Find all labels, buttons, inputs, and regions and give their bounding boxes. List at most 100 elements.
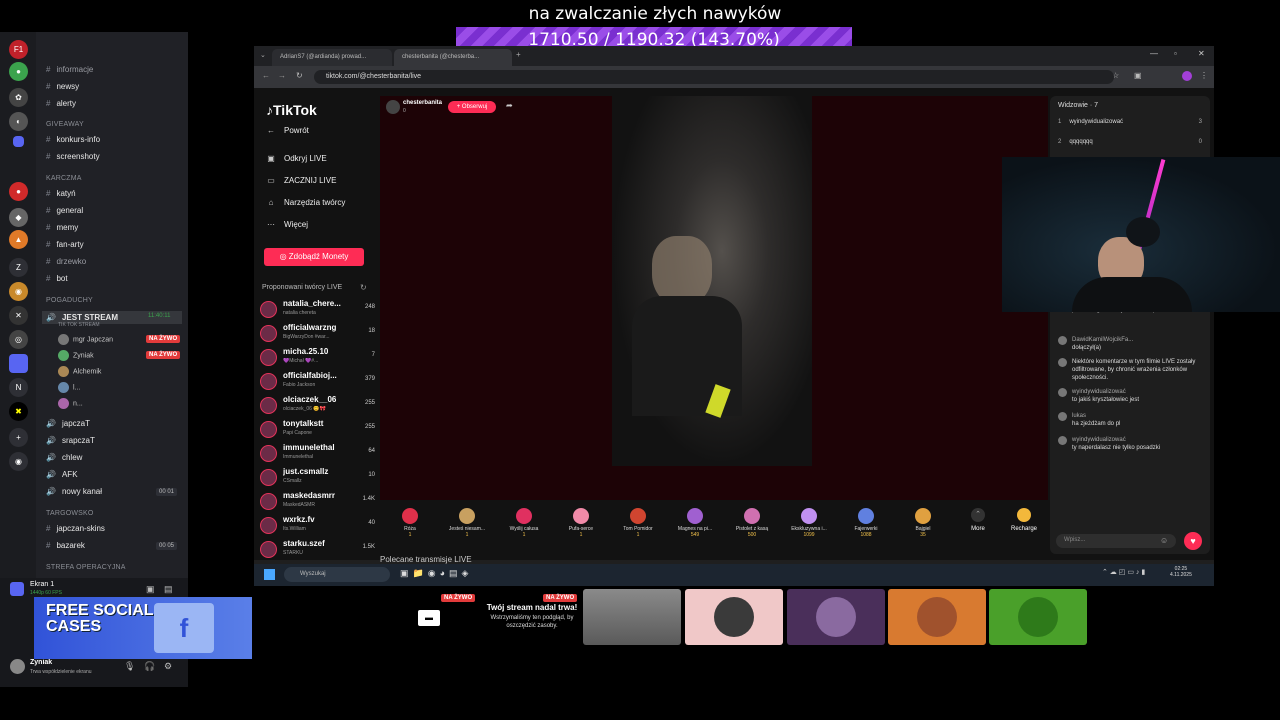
server-icon[interactable]: Z (9, 258, 28, 277)
server-icon[interactable]: ▲ (9, 230, 28, 249)
creator-row[interactable]: maskedasmrr MaskedASMR 1.4K (260, 490, 375, 512)
voice-user[interactable]: Alchemik (58, 366, 101, 377)
like-heart-icon[interactable]: ♥ (1184, 532, 1202, 550)
host-name[interactable]: chesterbanita (403, 100, 442, 106)
more-gifts-button[interactable]: ⌃ More (958, 508, 998, 532)
creator-row[interactable]: tonytalkstt Papi Capone 255 (260, 418, 375, 440)
server-icon[interactable]: ✕ (9, 306, 28, 325)
voice-channel[interactable]: 🔊 japczaT (46, 419, 90, 428)
viewer-row[interactable]: 2 qqqqqqq 0 (1058, 138, 1206, 146)
text-channel[interactable]: # general (46, 206, 83, 215)
participant-thumb[interactable] (685, 589, 783, 645)
text-channel[interactable]: # bot (46, 274, 68, 283)
gift-item[interactable]: Magnes na pi... 549 (667, 508, 723, 538)
chat-username[interactable]: wyindywidualizować (1072, 436, 1206, 444)
menu-icon[interactable]: ⋮ (1200, 71, 1208, 80)
voice-channel[interactable]: 🔊 srapczaT (46, 436, 95, 445)
gift-item[interactable]: Pufa-serce 1 (553, 508, 609, 538)
text-channel[interactable]: # informacje (46, 65, 93, 74)
server-icon[interactable]: ✖ (9, 402, 28, 421)
gift-item[interactable]: Jesteś niesam... 1 (439, 508, 495, 538)
extensions-icon[interactable]: ▣ (1134, 71, 1142, 80)
text-channel[interactable]: # katyń (46, 189, 76, 198)
server-icon[interactable]: F1 (9, 40, 28, 59)
voice-channel[interactable]: 🔊 nowy kanał (46, 487, 102, 496)
channel-category[interactable]: KARCZMA (46, 175, 82, 182)
server-icon[interactable]: ● (9, 62, 28, 81)
gear-icon[interactable]: ⚙ (164, 661, 172, 672)
gift-item[interactable]: Fajerwerki 1088 (838, 508, 894, 538)
maximize-icon[interactable]: ▫ (1174, 49, 1177, 58)
text-channel[interactable]: # konkurs-info (46, 135, 100, 144)
text-channel[interactable]: # fan-arty (46, 240, 84, 249)
gift-item[interactable]: Pistolet z kasą 500 (724, 508, 780, 538)
creator-row[interactable]: starku.szef STARKU 1.5K (260, 538, 375, 560)
text-channel[interactable]: # screenshoty (46, 152, 100, 161)
chat-username[interactable]: wyindywidualizować (1072, 388, 1206, 396)
nav-item[interactable]: ▣ Odkryj LIVE (266, 154, 326, 163)
creator-row[interactable]: just.csmallz CSmallz 10 (260, 466, 375, 488)
creator-row[interactable]: officialwarzng BigWarzyDon #war... 18 (260, 322, 375, 344)
gift-item[interactable]: Tom Pomidor 1 (610, 508, 666, 538)
gift-item[interactable]: Wyślij całusa 1 (496, 508, 552, 538)
channel-category[interactable]: TARGOWSKO (46, 510, 94, 517)
creator-row[interactable]: olciaczek__06 olciaczek_06 😊🎀 255 (260, 394, 375, 416)
windows-start-icon[interactable] (264, 569, 275, 580)
server-icon[interactable]: N (9, 378, 28, 397)
chat-input[interactable]: Wpisz... (1056, 534, 1176, 548)
recharge-button[interactable]: Recharge (1000, 508, 1048, 532)
server-icon[interactable]: ◉ (9, 282, 28, 301)
minimize-icon[interactable]: — (1150, 49, 1158, 58)
server-icon[interactable]: ◐ (9, 112, 28, 131)
voice-channel[interactable]: 🔊 AFK (46, 470, 78, 479)
screen-settings-icon[interactable]: ▣ (146, 584, 155, 595)
new-tab-icon[interactable]: + (516, 50, 521, 59)
add-server-icon[interactable]: + (9, 428, 28, 447)
url-field[interactable]: tiktok.com/@chesterbanita/live (314, 70, 1114, 84)
host-avatar[interactable] (386, 100, 400, 114)
share-icon[interactable]: ➦ (506, 101, 513, 110)
avatar[interactable] (10, 659, 25, 674)
headphones-icon[interactable]: 🎧 (144, 661, 155, 672)
creator-row[interactable]: officialfabioj... Fabio Jackson 379 (260, 370, 375, 392)
discover-icon[interactable]: ◉ (9, 452, 28, 471)
forward-icon[interactable]: → (278, 71, 286, 80)
social-cases-ad[interactable]: FREE SOCIAL CASES f (34, 597, 252, 659)
participant-thumb[interactable] (583, 589, 681, 645)
server-icon[interactable]: ◎ (9, 330, 28, 349)
tiktok-logo[interactable]: ♪TikTok (266, 102, 317, 118)
viewer-row[interactable]: 1 wyindywidualizować 3 (1058, 118, 1206, 126)
text-channel[interactable]: # alerty (46, 99, 76, 108)
reload-icon[interactable]: ↻ (296, 71, 303, 80)
channel-category[interactable]: GIVEAWAY (46, 121, 84, 128)
channel-category[interactable]: STREFA OPERACYJNA (46, 564, 126, 571)
get-coins-button[interactable]: ◎ Zdobądź Monety (264, 248, 364, 266)
taskbar-apps[interactable]: ▣📁◉◕▤◈ (400, 568, 472, 579)
tab-2[interactable]: chesterbanita (@chesterba... (394, 49, 512, 66)
server-icon[interactable]: ● (9, 182, 28, 201)
voice-channel[interactable]: 🔊 chlew (46, 453, 82, 462)
chat-username[interactable]: DawidKamilWojcikFa... (1072, 336, 1206, 344)
refresh-icon[interactable]: ↻ (360, 283, 367, 292)
nav-item[interactable]: ▭ ZACZNIJ LIVE (266, 176, 336, 185)
live-video[interactable] (612, 96, 812, 466)
mic-icon[interactable]: 🎙 (124, 661, 135, 672)
text-channel[interactable]: # memy (46, 223, 78, 232)
channel-category[interactable]: POGADUCHY (46, 297, 93, 304)
creator-row[interactable]: wxrkz.fv Its.William 40 (260, 514, 375, 536)
folder-icon[interactable] (13, 136, 24, 147)
voice-user[interactable]: mgr Japczan (58, 334, 113, 345)
nav-item[interactable]: ← Powrót (266, 126, 309, 135)
creator-row[interactable]: immunelethal Immunelethal 64 (260, 442, 375, 464)
emoji-icon[interactable]: ☺ (1160, 536, 1168, 545)
close-icon[interactable]: ✕ (1198, 49, 1205, 58)
text-channel[interactable]: # bazarek (46, 541, 85, 550)
text-channel[interactable]: # drzewko (46, 257, 86, 266)
participant-thumb[interactable] (989, 589, 1087, 645)
taskbar-search[interactable]: Wyszukaj (284, 567, 390, 582)
voice-user[interactable]: l... (58, 382, 80, 393)
clock[interactable]: 02:25 4.11.2025 (1170, 566, 1192, 578)
nav-item[interactable]: ⋯ Więcej (266, 220, 308, 229)
creator-row[interactable]: natalia_chere... natalia chereta 248 (260, 298, 375, 320)
tab-1[interactable]: AdrianS7 (@ardianda) prowad... (272, 49, 392, 66)
